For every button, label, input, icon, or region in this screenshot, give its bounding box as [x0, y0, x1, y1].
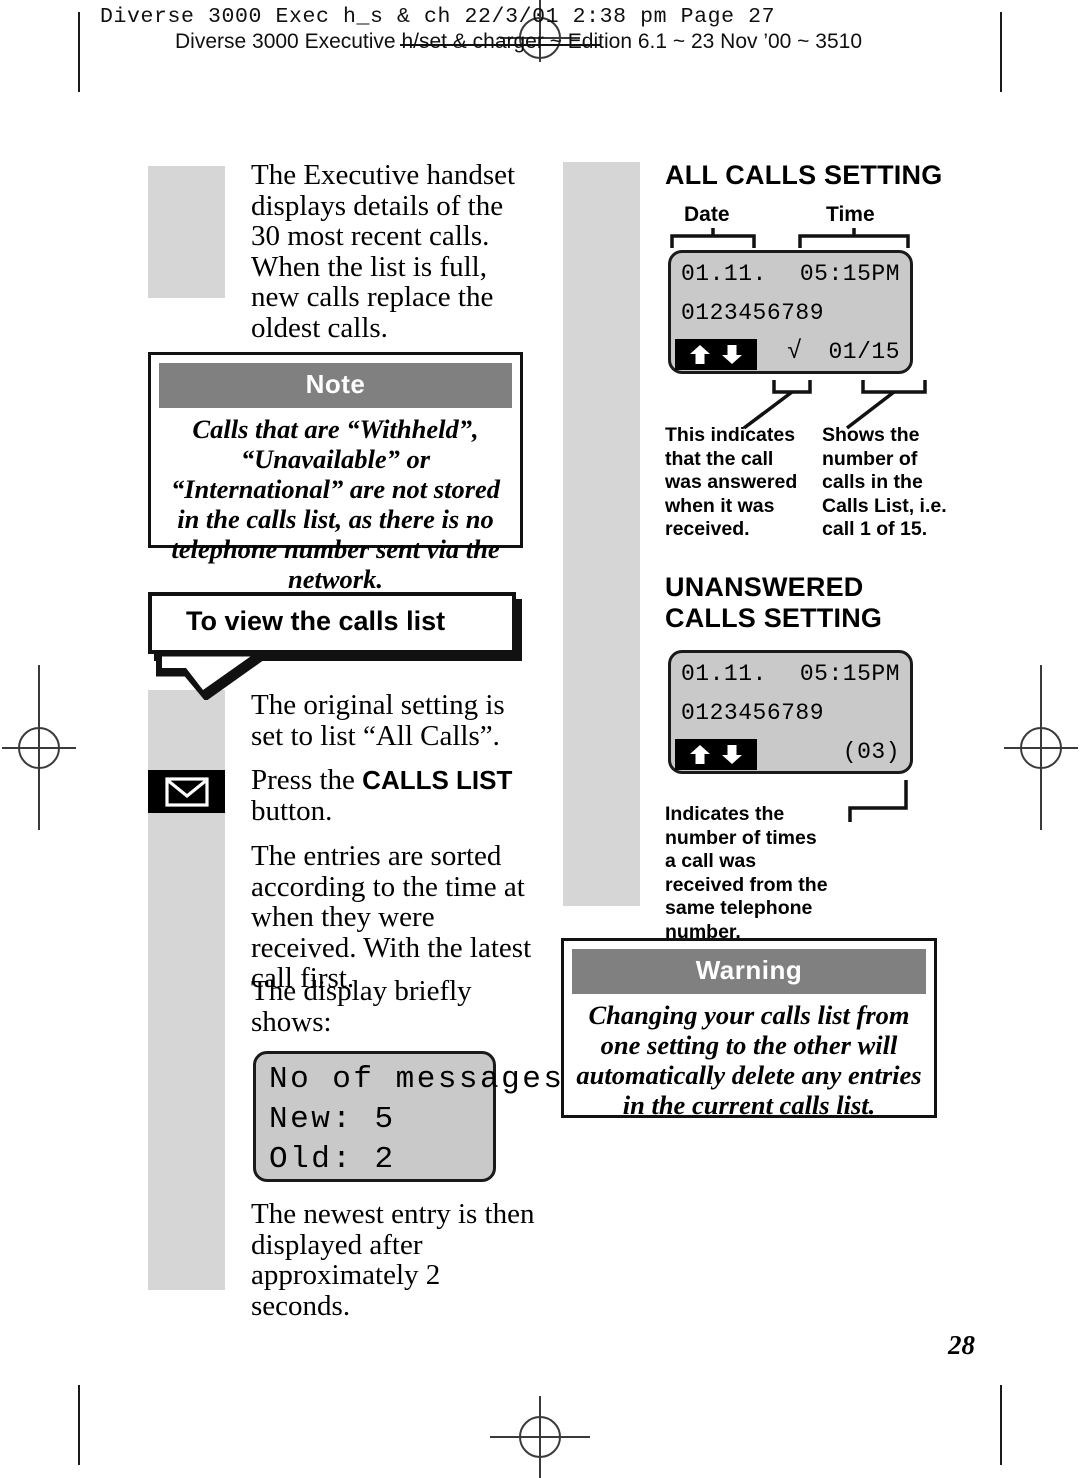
unanswered-calls-display-time: 05:15PM — [799, 661, 900, 687]
all-calls-display-number: 0123456789 — [681, 300, 825, 326]
trim-line-left — [78, 12, 80, 92]
warning-box-body: Changing your calls list from one settin… — [576, 1000, 922, 1120]
messages-display: No of messages New: 5 Old: 2 — [253, 1051, 562, 1182]
step-original-setting: The original setting is set to list “All… — [251, 689, 505, 752]
right-column-accent-bar — [563, 162, 640, 906]
banner-title: To view the calls list — [186, 606, 446, 636]
print-header-edition: Diverse 3000 Executive h/set & charger ~… — [175, 30, 863, 53]
left-column-accent-bar-top — [148, 166, 225, 298]
counter-leader — [845, 380, 927, 430]
note-box: Note Calls that are “Withheld”, “Unavail… — [148, 352, 523, 594]
note-box-body: Calls that are “Withheld”, “Unavailable”… — [170, 414, 501, 594]
step-newest-entry: The newest entry is then displayed after… — [251, 1198, 535, 1322]
step-press-prefix: Press the — [251, 764, 363, 796]
step-press-suffix: button. — [251, 794, 333, 827]
unanswered-calls-display-counter: (03) — [842, 739, 900, 765]
down-arrow-icon — [722, 745, 742, 764]
all-calls-scroll-indicator — [675, 339, 757, 370]
note-box-title: Note — [159, 363, 512, 408]
calls-list-key-icon-box — [148, 770, 225, 813]
messages-display-line-2: New: 5 — [269, 1102, 396, 1137]
unanswered-calls-scroll-indicator — [675, 739, 757, 770]
up-arrow-icon — [690, 745, 710, 764]
all-calls-note-tick: This indicates that the call was answere… — [665, 424, 798, 540]
all-calls-display-counter: 01/15 — [828, 339, 900, 365]
down-arrow-icon — [722, 345, 742, 364]
trim-line-right — [1000, 12, 1002, 92]
step-display-briefly: The display briefly shows: — [251, 975, 472, 1038]
trim-line-left-bottom — [78, 1385, 80, 1465]
unanswered-calls-display-date: 01.11. — [681, 661, 767, 687]
all-calls-display: 01.11. 05:15PM 0123456789 √ 01/15 — [668, 250, 913, 374]
manual-page: Diverse 3000 Exec h_s & ch 22/3/01 2:38 … — [0, 0, 1080, 1478]
trim-line-right-bottom — [1000, 1385, 1002, 1465]
envelope-icon — [164, 776, 209, 807]
print-header-filename: Diverse 3000 Exec h_s & ch 22/3/01 2:38 … — [100, 5, 776, 29]
unanswered-calls-display: 01.11. 05:15PM 0123456789 (03) — [668, 650, 913, 774]
time-bracket — [798, 228, 910, 248]
all-calls-display-answered-tick: √ — [787, 337, 803, 366]
all-calls-heading: ALL CALLS SETTING — [665, 160, 943, 190]
page-number: 28 — [948, 1330, 975, 1360]
date-bracket-label: Date — [684, 203, 730, 226]
step-entries-sorted: The entries are sorted according to the … — [251, 840, 532, 994]
unanswered-calls-display-number: 0123456789 — [681, 700, 825, 726]
registration-mark-left — [2, 665, 76, 830]
all-calls-note-counter: Shows the number of calls in the Calls L… — [822, 424, 947, 540]
up-arrow-icon — [690, 345, 710, 364]
step-press-calls-list: Press the CALLS LIST button. — [251, 765, 541, 826]
time-bracket-label: Time — [826, 203, 875, 226]
warning-box: Warning Changing your calls list from on… — [561, 938, 937, 1120]
calls-list-button-name: CALLS LIST — [362, 765, 513, 795]
all-calls-display-time: 05:15PM — [799, 261, 900, 287]
registration-mark-bottom-center — [490, 1396, 590, 1478]
section-banner: To view the calls list — [148, 592, 522, 700]
header-strikethrough-rule — [400, 44, 600, 46]
date-bracket — [670, 228, 756, 248]
unanswered-calls-note-counter: Indicates the number of times a call was… — [665, 803, 828, 943]
messages-display-line-3: Old: 2 — [269, 1142, 396, 1177]
messages-display-line-1: No of messages — [269, 1062, 565, 1097]
intro-paragraph: The Executive handset displays details o… — [251, 159, 516, 344]
registration-mark-right — [1004, 665, 1078, 830]
warning-box-title: Warning — [572, 949, 926, 994]
unanswered-calls-heading: UNANSWERED CALLS SETTING — [665, 572, 883, 633]
all-calls-display-date: 01.11. — [681, 261, 767, 287]
